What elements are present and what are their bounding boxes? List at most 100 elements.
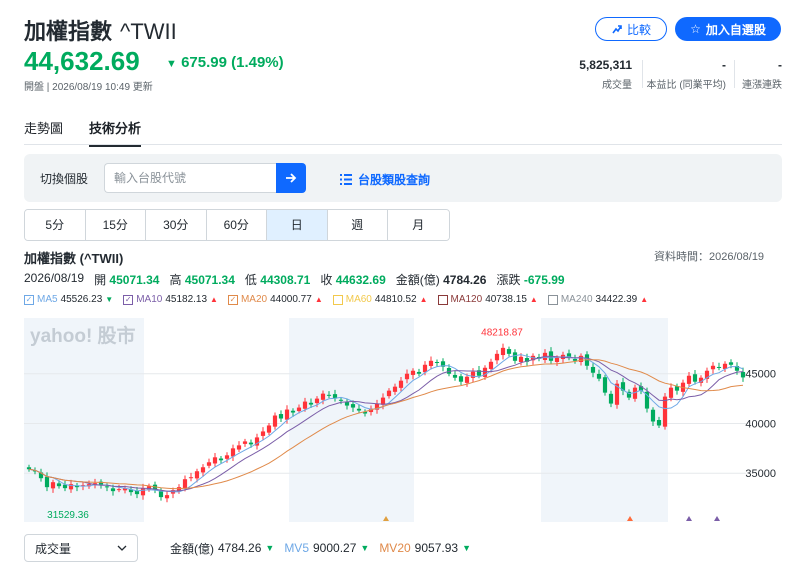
candle-body (296, 407, 302, 412)
ma-value: 44810.52 (374, 294, 417, 305)
tab-technical[interactable]: 技術分析 (89, 118, 142, 147)
period-week[interactable]: 週 (327, 210, 388, 240)
category-search-link[interactable]: 台股類股查詢 (340, 171, 430, 188)
candle-body (230, 448, 236, 457)
candle-body (650, 409, 656, 422)
candle-body (662, 396, 668, 427)
candle-body (140, 488, 146, 496)
month-band (289, 318, 414, 522)
candle-body (248, 442, 254, 445)
ma-legend-item[interactable]: ✓ MA10 45182.13 ▲ (123, 294, 218, 305)
candle-body (164, 495, 170, 499)
period-30min[interactable]: 30分 (146, 210, 207, 240)
compare-label: 比較 (626, 22, 651, 37)
candle-body (392, 386, 398, 392)
switch-stock-label: 切換個股 (40, 172, 89, 186)
candle-body (272, 415, 278, 427)
search-submit-button[interactable] (276, 163, 306, 193)
checkbox[interactable]: ✓ (227, 294, 238, 305)
arrow-right-icon (286, 173, 297, 183)
tab-trend[interactable]: 走勢圖 (24, 118, 63, 147)
period-5min[interactable]: 5分 (25, 210, 86, 240)
svg-text:yahoo! 股市: yahoo! 股市 (30, 324, 136, 347)
candle-body (320, 393, 326, 400)
candle-body (200, 467, 206, 473)
candle-body (506, 349, 512, 354)
max-annotation: 48218.87 (481, 328, 523, 339)
yahoo-watermark: yahoo! 股市 (30, 324, 136, 347)
candle-body (386, 390, 392, 397)
period-month[interactable]: 月 (388, 210, 449, 240)
candle-body (428, 360, 434, 366)
candle-body (50, 482, 56, 489)
candle-body (44, 476, 50, 488)
ma-legend-item[interactable]: MA120 40738.15 ▲ (437, 294, 538, 305)
ma-legend-item[interactable]: MA60 44810.52 ▲ (332, 294, 428, 305)
month-band (24, 318, 144, 522)
candle-body (596, 373, 602, 379)
candle-body (518, 356, 524, 362)
stat-label: 本益比 (同業平均) (646, 80, 726, 91)
stock-symbol: ^TWII (120, 19, 177, 44)
candle-body (350, 404, 356, 408)
candle-body (110, 488, 116, 492)
candle-body (602, 377, 608, 393)
indicator-select[interactable]: 成交量 (24, 534, 138, 562)
candle-body (188, 477, 194, 479)
candle-body (314, 398, 320, 404)
list-icon (340, 174, 352, 185)
ma-name: MA5 (37, 294, 58, 305)
candle-body (308, 402, 314, 405)
indicator-select-label: 成交量 (35, 541, 72, 556)
candle-body (278, 414, 284, 419)
ma-legend: ✓ MA5 45526.23 ▼ ✓ MA10 45182.13 ▲ ✓ MA20 44000.77… (24, 294, 648, 305)
y-tick-label: 45000 (745, 369, 776, 381)
candlestick-chart[interactable]: yahoo! 股市 35000 40000 45000 48218.87 31529.… (24, 318, 780, 522)
candle-body (404, 373, 410, 380)
candle-body (500, 347, 506, 356)
ma-legend-item[interactable]: ✓ MA5 45526.23 ▼ (24, 294, 113, 305)
event-marker[interactable] (686, 516, 692, 521)
y-tick-label: 35000 (745, 468, 776, 480)
data-time: 資料時間：2026/08/19 (654, 251, 765, 263)
candle-body (338, 399, 344, 401)
checkbox[interactable]: ✓ (24, 294, 34, 305)
chevron-down-icon (117, 545, 127, 551)
ma-value: 44000.77 (270, 294, 312, 305)
ohlc-row: 2026/08/19 開 45071.34 高 45071.34 低 44308… (24, 271, 565, 288)
candle-body (512, 352, 518, 361)
candle-body (260, 431, 266, 436)
candle-body (302, 401, 308, 409)
checkbox[interactable] (437, 294, 448, 305)
candle-body (608, 393, 614, 404)
ma-value: 45526.23 (60, 294, 103, 305)
candle-body (104, 486, 110, 488)
ma-legend-item[interactable]: ✓ MA20 44000.77 ▲ (227, 294, 323, 305)
candle-body (692, 374, 698, 382)
ma-legend-item[interactable]: MA240 34422.39 ▲ (547, 294, 649, 305)
stock-search-input[interactable]: 輸入台股代號 (104, 163, 276, 193)
candle-body (494, 353, 500, 361)
ohlc-amount: 金額(億) 4784.26 (395, 273, 487, 287)
checkbox[interactable]: ✓ (123, 294, 134, 305)
add-watchlist-button[interactable]: ☆ 加入自選股 (675, 17, 781, 41)
period-day[interactable]: 日 (267, 210, 328, 240)
period-60min[interactable]: 60分 (206, 210, 267, 240)
triangle-up-icon: ▲ (640, 295, 649, 304)
stock-name: 加權指數 (24, 19, 113, 44)
period-selector: 5分 15分 30分 60分 日 週 月 (24, 209, 450, 241)
add-watchlist-label: 加入自選股 (705, 22, 766, 37)
candle-body (56, 483, 62, 487)
period-15min[interactable]: 15分 (85, 210, 146, 240)
candle-body (236, 445, 242, 450)
star-icon: ☆ (690, 22, 701, 36)
ma-name: MA60 (345, 294, 372, 305)
price-change: ▼ 675.99 (1.49%) (166, 54, 284, 71)
checkbox[interactable] (332, 294, 343, 305)
candle-body (284, 409, 290, 420)
checkbox[interactable] (547, 294, 558, 305)
event-marker[interactable] (714, 516, 720, 521)
stat-label: 連漲連跌 (742, 80, 782, 91)
candle-body (410, 370, 416, 375)
compare-button[interactable]: 比較 (595, 17, 667, 41)
